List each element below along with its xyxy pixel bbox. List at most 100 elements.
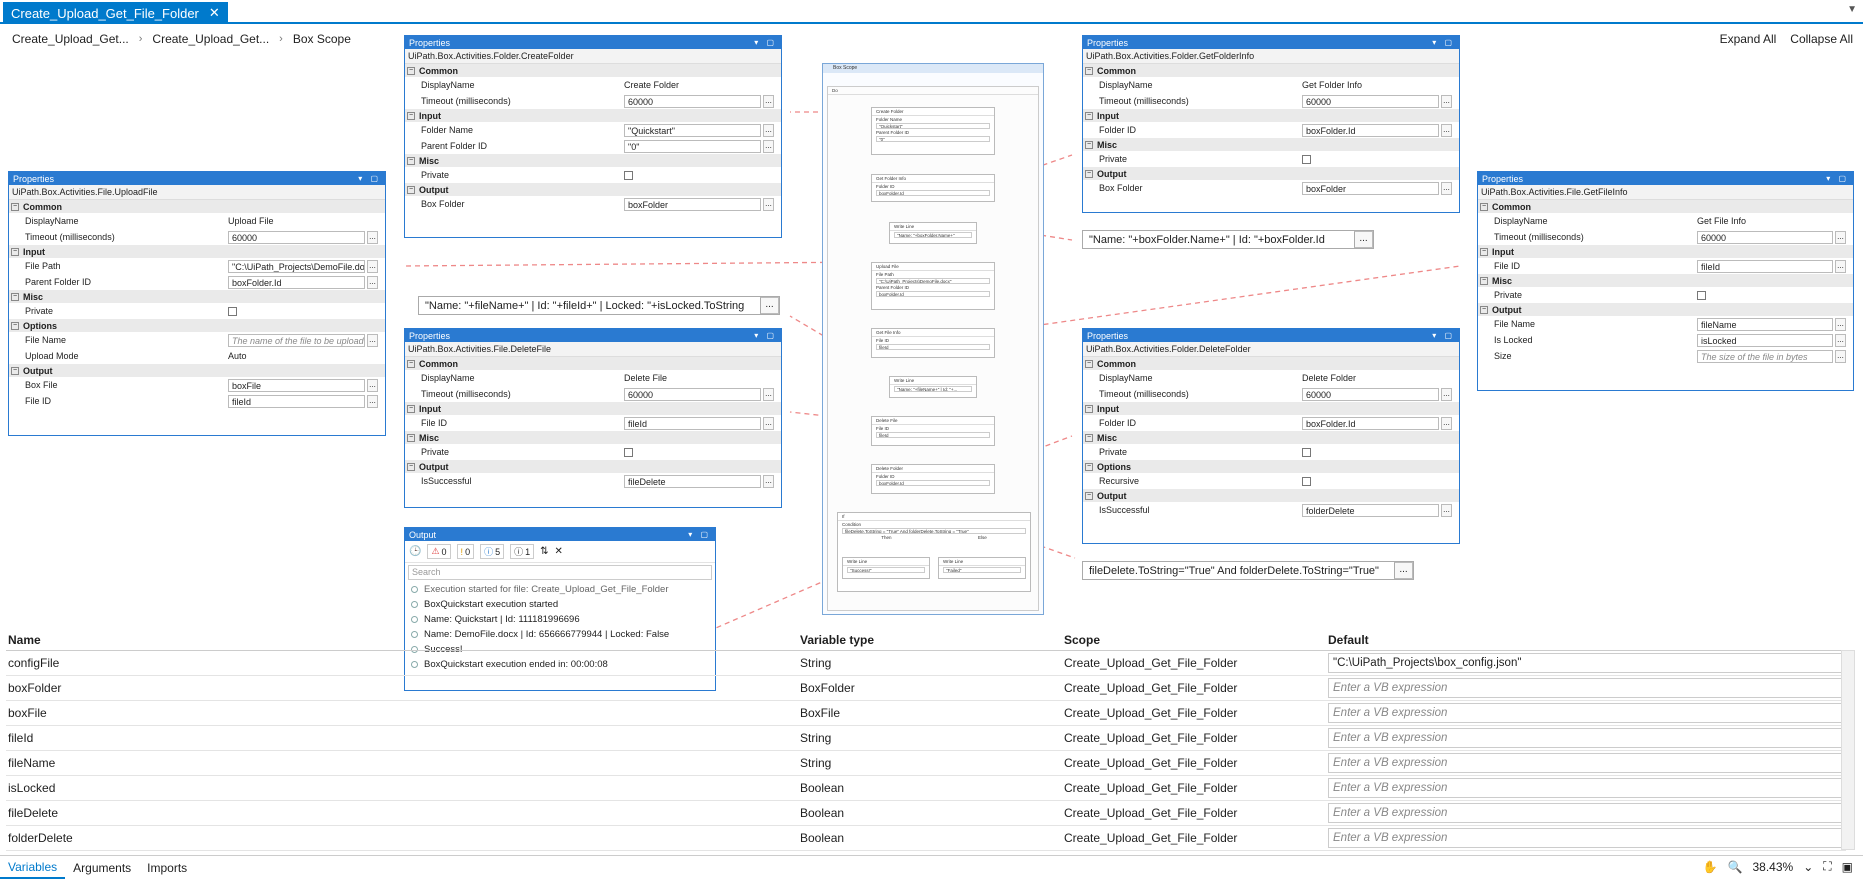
ellipsis-button[interactable]: ...: [1441, 181, 1452, 195]
collapse-icon[interactable]: −: [11, 247, 19, 256]
ellipsis-button[interactable]: ...: [1354, 231, 1373, 248]
property-input[interactable]: 60000: [228, 230, 365, 244]
tab-imports[interactable]: Imports: [139, 858, 195, 878]
variable-default-input[interactable]: Enter a VB expression: [1328, 678, 1846, 698]
table-row[interactable]: fileName String Create_Upload_Get_File_F…: [6, 751, 1846, 776]
expression-folder-info[interactable]: "Name: "+boxFolder.Name+" | Id: "+boxFol…: [1082, 230, 1374, 249]
variable-scope[interactable]: Create_Upload_Get_File_Folder: [1060, 731, 1324, 745]
category-header[interactable]: − Common: [9, 200, 385, 213]
property-input[interactable]: The size of the file in bytes: [1697, 349, 1833, 363]
activity-field[interactable]: fileId: [876, 344, 990, 350]
tab-arguments[interactable]: Arguments: [65, 858, 139, 878]
collapse-icon[interactable]: −: [407, 462, 415, 471]
zoom-level[interactable]: 38.43%: [1752, 860, 1793, 874]
collapse-icon[interactable]: −: [1085, 491, 1093, 500]
collapse-icon[interactable]: −: [1480, 305, 1488, 314]
collapse-icon[interactable]: −: [407, 404, 415, 413]
variable-scope[interactable]: Create_Upload_Get_File_Folder: [1060, 781, 1324, 795]
activity-write-line-then[interactable]: Write Line "Success!": [842, 557, 930, 579]
collapse-icon[interactable]: −: [1085, 66, 1093, 75]
property-input[interactable]: "0": [624, 139, 761, 153]
variable-type[interactable]: Boolean: [796, 831, 1060, 845]
category-header[interactable]: − Input: [405, 402, 781, 415]
collapse-all-button[interactable]: Collapse All: [1790, 32, 1853, 46]
variable-type[interactable]: String: [796, 731, 1060, 745]
collapse-icon[interactable]: −: [407, 433, 415, 442]
panel-controls-icon[interactable]: ▾ ▢: [1432, 38, 1455, 47]
category-header[interactable]: − Common: [1478, 200, 1853, 213]
property-input[interactable]: boxFolder: [1302, 181, 1439, 195]
table-row[interactable]: isLocked Boolean Create_Upload_Get_File_…: [6, 776, 1846, 801]
panel-controls-icon[interactable]: ▾ ▢: [1826, 174, 1849, 183]
ellipsis-button[interactable]: ...: [1835, 259, 1846, 273]
category-header[interactable]: − Misc: [1083, 431, 1459, 444]
activity-field[interactable]: "Quickstart": [876, 123, 990, 129]
ellipsis-button[interactable]: ...: [1835, 349, 1846, 363]
category-header[interactable]: − Options: [9, 319, 385, 332]
ellipsis-button[interactable]: ...: [367, 275, 378, 289]
collapse-icon[interactable]: −: [407, 66, 415, 75]
variable-scope[interactable]: Create_Upload_Get_File_Folder: [1060, 756, 1324, 770]
zoom-search-icon[interactable]: 🔍: [1728, 860, 1743, 874]
property-checkbox[interactable]: [1302, 476, 1311, 486]
collapse-icon[interactable]: −: [1085, 404, 1093, 413]
column-header-name[interactable]: Name: [6, 633, 796, 647]
category-header[interactable]: − Common: [1083, 64, 1459, 77]
property-input[interactable]: boxFolder.Id: [1302, 416, 1439, 430]
activity-if[interactable]: If Condition fileDelete.ToString = "True…: [837, 512, 1031, 592]
category-header[interactable]: − Input: [1083, 109, 1459, 122]
category-header[interactable]: − Input: [1083, 402, 1459, 415]
ellipsis-button[interactable]: ...: [763, 387, 774, 401]
collapse-icon[interactable]: −: [11, 366, 19, 375]
property-input[interactable]: 60000: [624, 94, 761, 108]
property-input[interactable]: boxFolder.Id: [228, 275, 365, 289]
category-header[interactable]: − Options: [1083, 460, 1459, 473]
ellipsis-button[interactable]: ...: [760, 297, 779, 314]
panel-controls-icon[interactable]: ▾ ▢: [688, 530, 711, 539]
clear-icon[interactable]: ✕: [555, 546, 563, 557]
ellipsis-button[interactable]: ...: [763, 94, 774, 108]
variable-type[interactable]: String: [796, 656, 1060, 670]
property-input[interactable]: 60000: [1697, 230, 1833, 244]
ellipsis-button[interactable]: ...: [763, 197, 774, 211]
variable-name[interactable]: isLocked: [6, 781, 796, 795]
table-row[interactable]: boxFolder BoxFolder Create_Upload_Get_Fi…: [6, 676, 1846, 701]
category-header[interactable]: − Output: [405, 460, 781, 473]
ellipsis-button[interactable]: ...: [1441, 503, 1452, 517]
ellipsis-button[interactable]: ...: [763, 123, 774, 137]
ellipsis-button[interactable]: ...: [1441, 94, 1452, 108]
property-checkbox[interactable]: [624, 447, 633, 457]
ellipsis-button[interactable]: ...: [367, 378, 378, 392]
property-input[interactable]: boxFolder.Id: [1302, 123, 1439, 137]
variable-default-input[interactable]: Enter a VB expression: [1328, 728, 1846, 748]
activity-write-line[interactable]: Write Line "Name: "+boxFolder.Name+": [889, 222, 977, 244]
error-filter-button[interactable]: ⚠ 0: [427, 544, 451, 559]
collapse-icon[interactable]: −: [11, 202, 19, 211]
variable-default-input[interactable]: Enter a VB expression: [1328, 778, 1846, 798]
property-input[interactable]: The name of the file to be uploade: [228, 333, 365, 347]
document-tab[interactable]: Create_Upload_Get_File_Folder ✕: [3, 2, 228, 24]
collapse-icon[interactable]: −: [1085, 433, 1093, 442]
variable-type[interactable]: String: [796, 756, 1060, 770]
variable-default-input[interactable]: "C:\UiPath_Projects\box_config.json": [1328, 653, 1846, 673]
property-input[interactable]: "Quickstart": [624, 123, 761, 137]
collapse-icon[interactable]: −: [407, 111, 415, 120]
collapse-icon[interactable]: −: [1085, 140, 1093, 149]
category-header[interactable]: − Common: [1083, 357, 1459, 370]
category-header[interactable]: − Misc: [405, 431, 781, 444]
property-input[interactable]: isLocked: [1697, 333, 1833, 347]
property-checkbox[interactable]: [1302, 447, 1311, 457]
category-header[interactable]: − Input: [9, 245, 385, 258]
warning-filter-button[interactable]: ! 0: [456, 544, 475, 559]
activity-write-line[interactable]: Write Line "Name: "+fileName+" | Id: "+.…: [889, 376, 977, 398]
activity-field[interactable]: "Name: "+boxFolder.Name+": [894, 232, 972, 238]
variable-type[interactable]: BoxFolder: [796, 681, 1060, 695]
property-checkbox[interactable]: [228, 306, 237, 316]
variable-default-input[interactable]: Enter a VB expression: [1328, 703, 1846, 723]
variable-scope[interactable]: Create_Upload_Get_File_Folder: [1060, 806, 1324, 820]
panel-controls-icon[interactable]: ▾ ▢: [358, 174, 381, 183]
ellipsis-button[interactable]: ...: [1441, 416, 1452, 430]
variable-name[interactable]: folderDelete: [6, 831, 796, 845]
category-header[interactable]: − Misc: [9, 290, 385, 303]
category-header[interactable]: − Output: [405, 183, 781, 196]
